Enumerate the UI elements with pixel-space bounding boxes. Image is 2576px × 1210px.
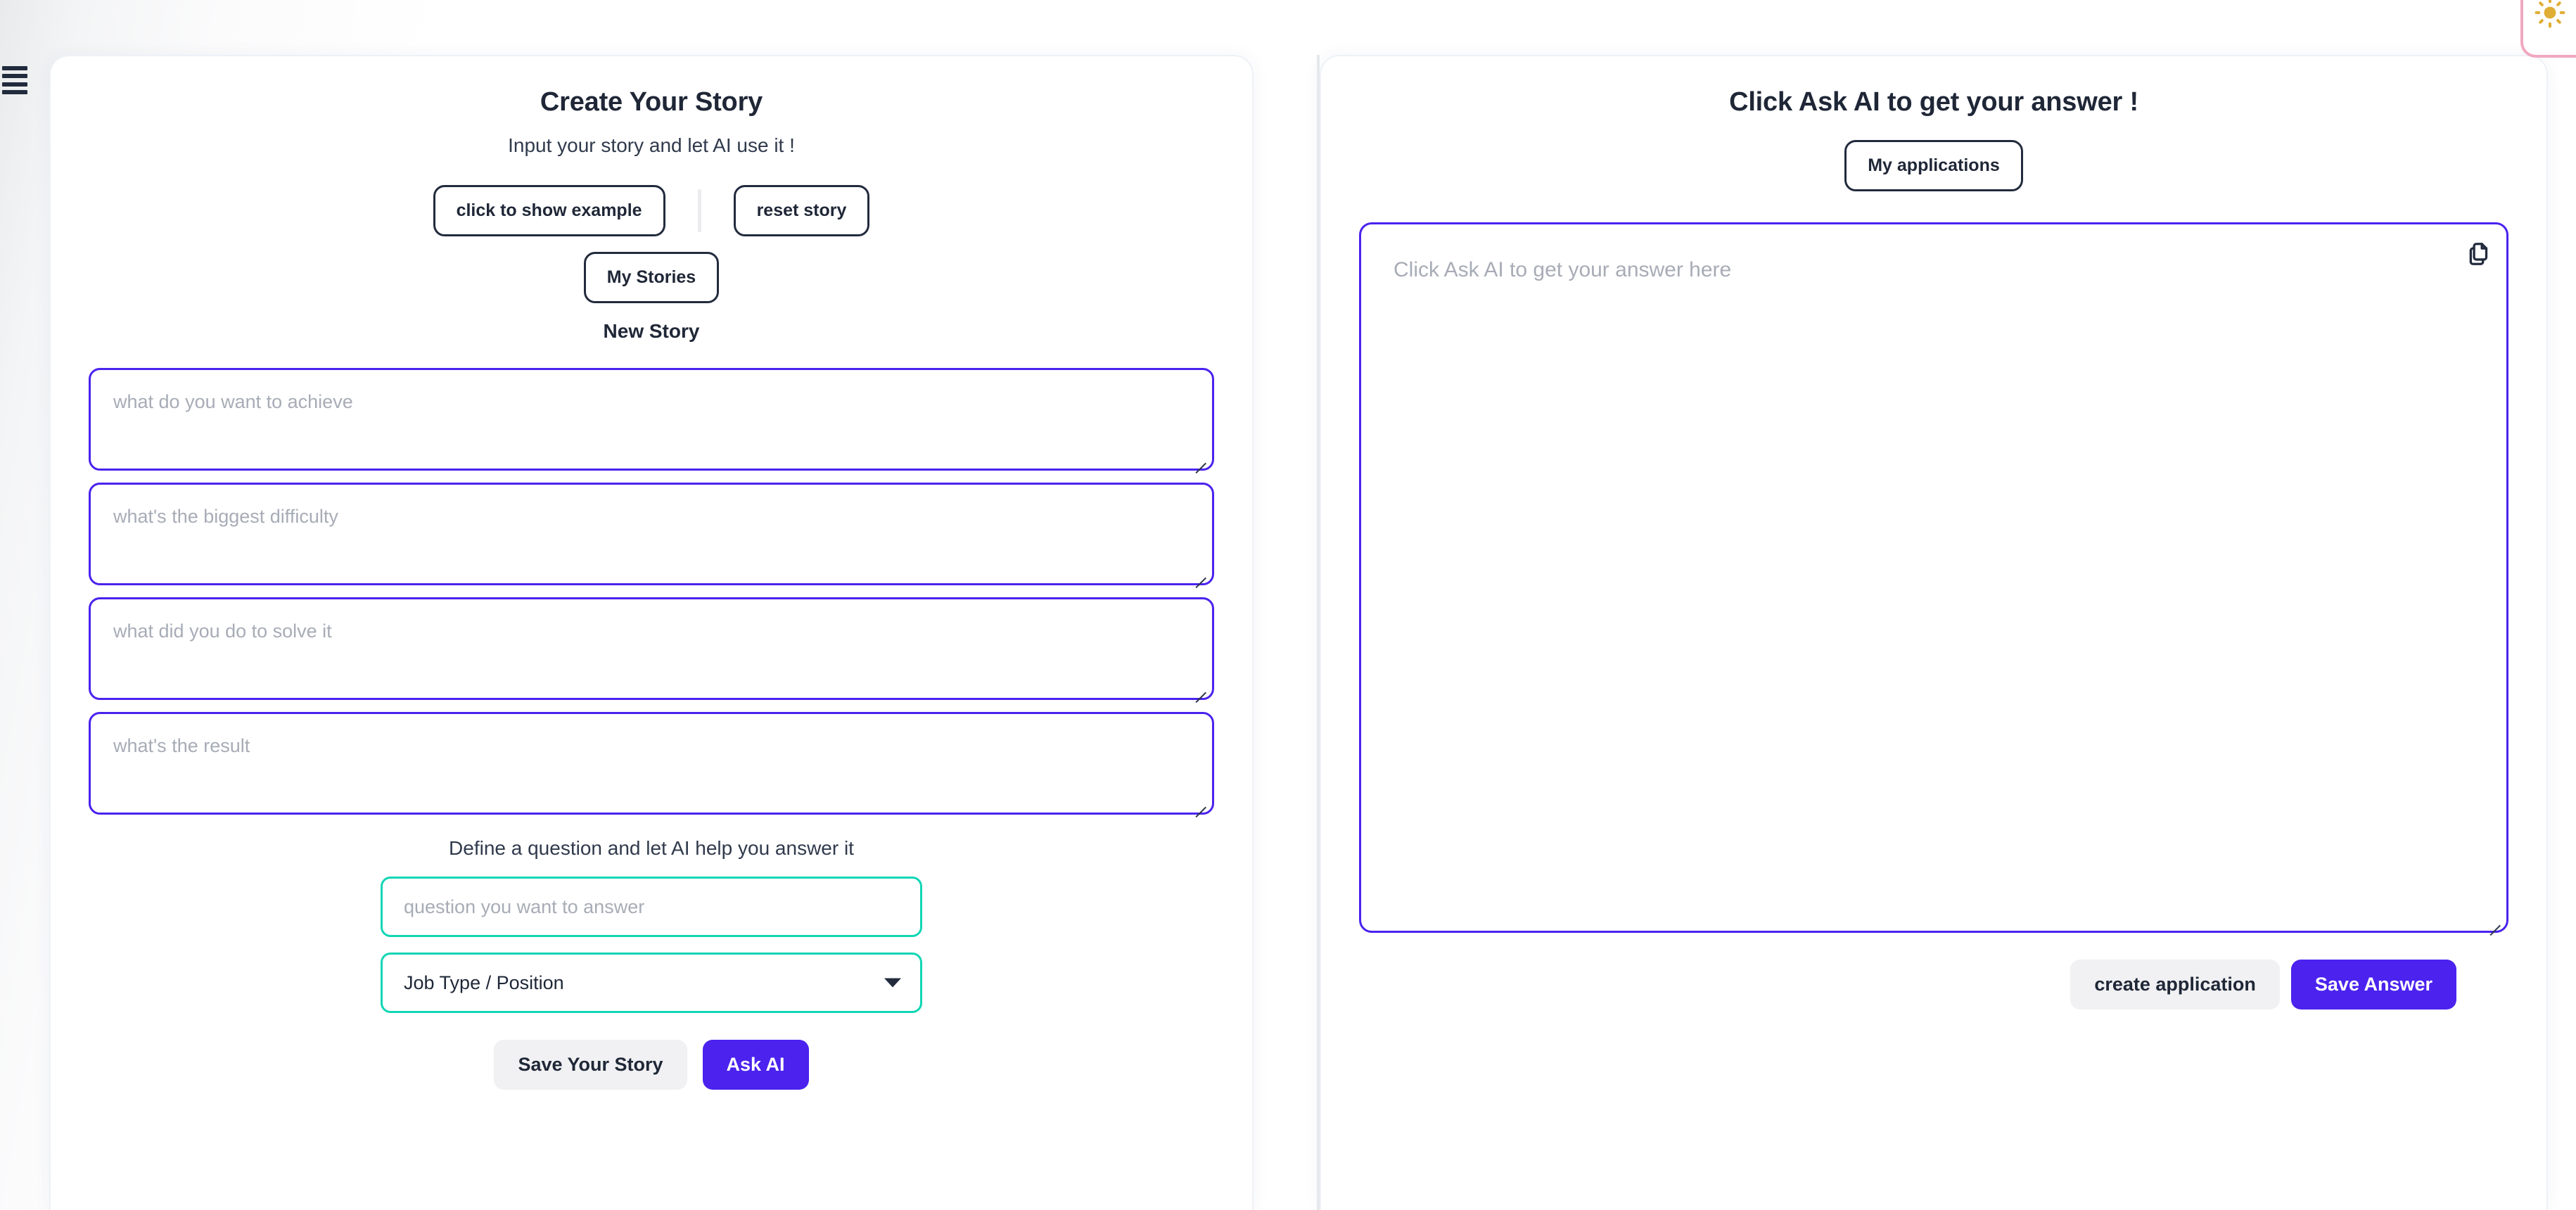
page-subtitle: Input your story and let AI use it ! (508, 134, 795, 156)
show-example-button[interactable]: click to show example (433, 185, 665, 236)
create-application-button[interactable]: create application (2070, 960, 2280, 1010)
theme-toggle-button[interactable] (2520, 0, 2576, 58)
new-story-label: New Story (603, 320, 700, 342)
my-applications-row: My applications (1844, 140, 2023, 191)
reset-story-button[interactable]: reset story (733, 185, 870, 236)
answer-panel-title: Click Ask AI to get your answer ! (1729, 87, 2138, 117)
hamburger-line (2, 82, 27, 87)
question-input[interactable] (381, 877, 922, 937)
copy-answer-button[interactable] (2463, 238, 2496, 270)
save-story-button[interactable]: Save Your Story (494, 1040, 687, 1090)
difficulty-textarea[interactable] (89, 483, 1214, 585)
hamburger-line (2, 89, 27, 94)
story-toolbar: click to show example reset story (433, 185, 870, 236)
story-action-row: Save Your Story Ask AI (494, 1040, 809, 1090)
my-stories-row: My Stories (583, 252, 720, 303)
sun-icon (2534, 0, 2565, 28)
create-story-card: Create Your Story Input your story and l… (49, 55, 1254, 1210)
page-root: Create Your Story Input your story and l… (0, 0, 2576, 1210)
panel-divider (1317, 55, 1320, 1210)
solve-field-wrap (89, 597, 1214, 700)
hamburger-menu-icon[interactable] (2, 66, 27, 94)
job-type-select[interactable]: Job Type / Position (381, 953, 922, 1013)
question-caption: Define a question and let AI help you an… (449, 837, 854, 859)
result-textarea[interactable] (89, 712, 1214, 815)
copy-icon (2469, 243, 2488, 265)
toolbar-separator (697, 189, 701, 232)
page-title: Create Your Story (540, 87, 763, 117)
hamburger-line (2, 74, 27, 79)
ask-ai-button[interactable]: Ask AI (702, 1040, 809, 1090)
question-block: Define a question and let AI help you an… (89, 837, 1214, 1090)
job-type-select-wrap: Job Type / Position (381, 953, 922, 1013)
answer-card: Click Ask AI to get your answer ! My app… (1320, 55, 2548, 1210)
difficulty-field-wrap (89, 483, 1214, 585)
hamburger-line (2, 66, 27, 70)
save-answer-button[interactable]: Save Answer (2290, 960, 2456, 1010)
result-field-wrap (89, 712, 1214, 815)
answer-action-row: create application Save Answer (1359, 960, 2508, 1010)
answer-area-wrap (1359, 222, 2508, 933)
solve-textarea[interactable] (89, 597, 1214, 700)
answer-textarea[interactable] (1359, 222, 2508, 933)
my-stories-button[interactable]: My Stories (583, 252, 720, 303)
achieve-field-wrap (89, 368, 1214, 471)
my-applications-button[interactable]: My applications (1844, 140, 2023, 191)
achieve-textarea[interactable] (89, 368, 1214, 471)
